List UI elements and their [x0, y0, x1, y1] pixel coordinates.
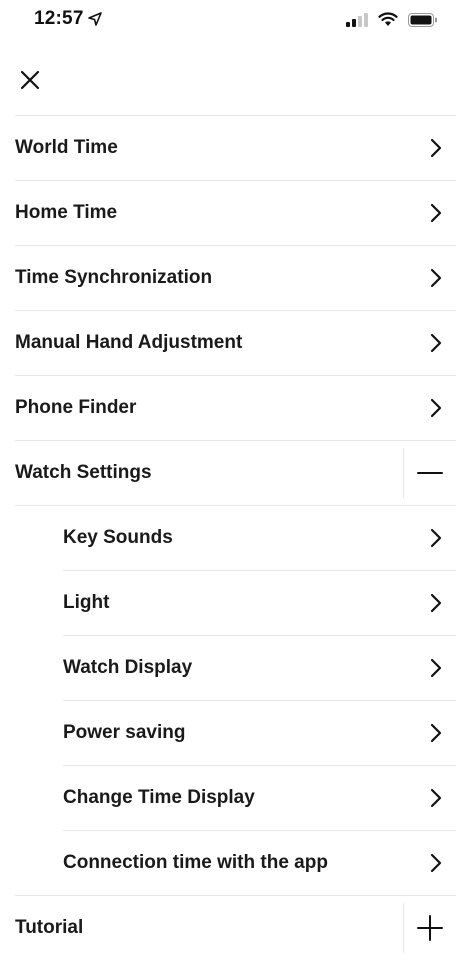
- menu-item-label: Watch Settings: [15, 461, 152, 483]
- submenu-item-key-sounds[interactable]: Key Sounds: [0, 505, 456, 570]
- status-time-text: 12:57: [34, 8, 84, 29]
- chevron-right-icon: [426, 203, 446, 223]
- menu-item-label: Manual Hand Adjustment: [15, 331, 243, 353]
- submenu-item-label: Connection time with the app: [63, 851, 328, 873]
- chevron-right-icon: [426, 593, 446, 613]
- menu-item-label: World Time: [15, 136, 118, 158]
- close-icon: [20, 70, 40, 90]
- submenu-item-power-saving[interactable]: Power saving: [0, 700, 456, 765]
- collapse-button[interactable]: [403, 448, 456, 498]
- signal-icon: [346, 12, 368, 27]
- submenu-item-label: Power saving: [63, 721, 186, 743]
- expand-button[interactable]: [403, 903, 456, 953]
- chevron-right-icon: [426, 853, 446, 873]
- submenu-item-label: Change Time Display: [63, 786, 255, 808]
- submenu-item-connection-time[interactable]: Connection time with the app: [0, 830, 456, 895]
- menu-item-label: Time Synchronization: [15, 266, 213, 288]
- menu-item-time-synchronization[interactable]: Time Synchronization: [0, 245, 456, 310]
- chevron-right-icon: [426, 658, 446, 678]
- submenu-item-label: Watch Display: [63, 656, 193, 678]
- submenu-item-label: Key Sounds: [63, 526, 173, 548]
- status-time: 12:57: [34, 8, 102, 30]
- menu-item-tutorial[interactable]: Tutorial: [0, 895, 456, 960]
- submenu-item-label: Light: [63, 591, 110, 613]
- chevron-right-icon: [426, 268, 446, 288]
- battery-icon: [408, 12, 437, 27]
- chevron-right-icon: [426, 528, 446, 548]
- location-arrow-icon: [87, 12, 102, 26]
- menu-item-label: Tutorial: [15, 916, 84, 938]
- chevron-right-icon: [426, 138, 446, 158]
- menu-item-phone-finder[interactable]: Phone Finder: [0, 375, 456, 440]
- status-bar: 12:57: [0, 0, 456, 40]
- chevron-right-icon: [426, 398, 446, 418]
- chevron-right-icon: [426, 333, 446, 353]
- menu-item-manual-hand-adjustment[interactable]: Manual Hand Adjustment: [0, 310, 456, 375]
- minus-icon: [417, 472, 443, 474]
- menu-item-world-time[interactable]: World Time: [0, 115, 456, 180]
- chevron-right-icon: [426, 788, 446, 808]
- menu-item-watch-settings[interactable]: Watch Settings: [0, 440, 456, 505]
- plus-icon: [417, 915, 443, 941]
- status-icons: [346, 12, 438, 27]
- submenu-item-watch-display[interactable]: Watch Display: [0, 635, 456, 700]
- menu-item-label: Home Time: [15, 201, 118, 223]
- submenu-item-change-time-display[interactable]: Change Time Display: [0, 765, 456, 830]
- menu-item-label: Phone Finder: [15, 396, 137, 418]
- wifi-icon: [378, 12, 398, 26]
- chevron-right-icon: [426, 723, 446, 743]
- settings-menu: World Time Home Time Time Synchronizatio…: [0, 115, 456, 960]
- menu-item-home-time[interactable]: Home Time: [0, 180, 456, 245]
- close-button[interactable]: [14, 64, 46, 96]
- submenu-item-light[interactable]: Light: [0, 570, 456, 635]
